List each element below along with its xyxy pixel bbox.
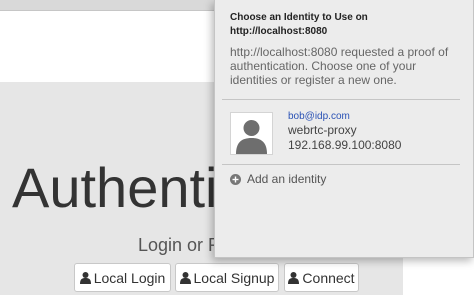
identity-item[interactable]: bob@idp.com webrtc-proxy 192.168.99.100:…: [222, 108, 462, 158]
popup-message: http://localhost:8080 requested a proof …: [230, 45, 449, 87]
connect-label: Connect: [302, 269, 355, 286]
local-signup-label: Local Signup: [193, 269, 275, 286]
page-subtitle: Login or R: [138, 235, 222, 255]
add-identity-button[interactable]: Add an identity: [230, 172, 326, 186]
local-login-label: Local Login: [93, 269, 166, 286]
plus-circle-icon: [230, 173, 241, 185]
identity-name: webrtc-proxy: [288, 123, 357, 137]
user-icon: [179, 271, 191, 284]
divider: [222, 164, 460, 165]
popup-title: Choose an Identity to Use on http://loca…: [230, 12, 368, 37]
user-icon: [79, 271, 91, 284]
local-signup-button[interactable]: Local Signup: [175, 263, 279, 292]
identity-chooser-popup: Choose an Identity to Use on http://loca…: [214, 0, 474, 258]
connect-button[interactable]: Connect: [284, 263, 359, 292]
divider: [222, 99, 460, 100]
avatar-icon: [230, 112, 273, 155]
identity-email: bob@idp.com: [288, 111, 350, 122]
page-title: Authenti: [12, 156, 218, 219]
add-identity-label: Add an identity: [247, 172, 327, 186]
user-icon: [288, 271, 300, 284]
identity-host: 192.168.99.100:8080: [288, 138, 402, 152]
local-login-button[interactable]: Local Login: [74, 263, 171, 292]
